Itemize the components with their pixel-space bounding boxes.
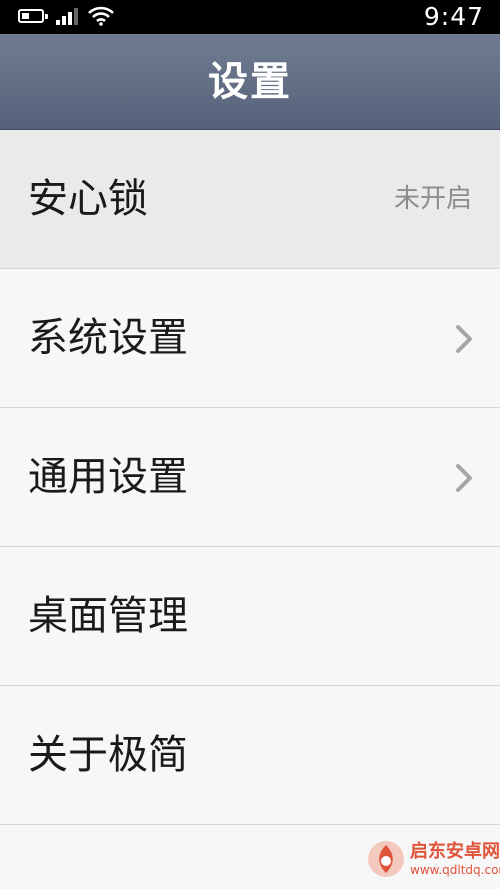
settings-item-peace-lock[interactable]: 安心锁 未开启 [0,130,500,269]
settings-item-status: 未开启 [393,184,472,214]
chevron-right-icon [456,325,472,353]
status-bar: 9:47 [0,0,500,34]
watermark-logo-icon [368,841,404,877]
watermark-url: www.qdltdq.com [410,863,500,877]
settings-item-about[interactable]: 关于极简 [0,686,500,825]
page-title: 设置 [208,59,292,105]
settings-item-desktop-management[interactable]: 桌面管理 [0,547,500,686]
status-time: 9:47 [423,2,484,31]
battery-icon [18,9,48,23]
settings-item-label: 桌面管理 [28,593,188,639]
settings-item-system-settings[interactable]: 系统设置 [0,269,500,408]
settings-item-label: 通用设置 [28,454,188,500]
settings-item-label: 安心锁 [28,176,148,222]
chevron-right-icon [456,464,472,492]
settings-list: 安心锁 未开启 系统设置 通用设置 桌面管理 关于极简 [0,130,500,825]
settings-item-general-settings[interactable]: 通用设置 [0,408,500,547]
watermark-name: 启东安卓网 [410,841,500,862]
title-bar: 设置 [0,34,500,130]
wifi-icon [88,6,114,26]
signal-icon [56,8,78,25]
settings-item-label: 系统设置 [28,315,188,361]
watermark: 启东安卓网 www.qdltdq.com [366,833,500,885]
settings-item-label: 关于极简 [28,732,188,778]
